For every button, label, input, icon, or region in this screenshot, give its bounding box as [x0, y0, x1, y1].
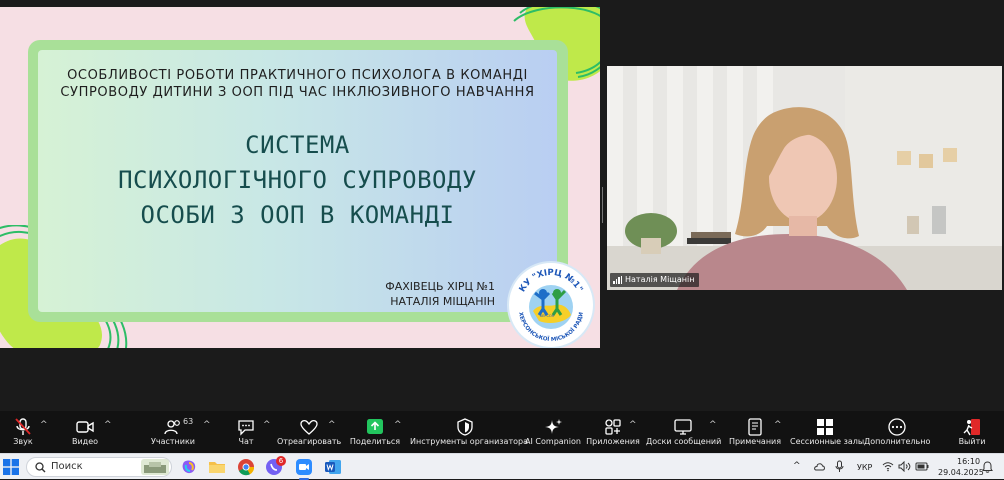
taskbar-search-box[interactable]: Поиск [26, 457, 172, 477]
slide-author: ФАХІВЕЦЬ ХІРЦ №1 НАТАЛІЯ МІЩАНІН [330, 279, 495, 309]
more-button[interactable]: Дополнительно [864, 411, 930, 453]
title-line-2: ПСИХОЛОГІЧНОГО СУПРОВОДУ [118, 166, 477, 194]
clock-date[interactable]: 29.04.2025 [938, 468, 984, 477]
chat-options-caret[interactable]: ^ [263, 411, 273, 453]
view-splitter[interactable] [602, 187, 606, 223]
participant-video-tile[interactable]: Наталія Міщанін [607, 66, 1002, 290]
leave-icon [963, 419, 980, 436]
more-label: Дополнительно [864, 437, 931, 446]
zoom-icon[interactable] [295, 458, 313, 476]
viber-notification-badge: 6 [276, 456, 286, 466]
video-label: Видео [71, 437, 99, 446]
notification-bell-icon[interactable] [982, 461, 993, 473]
chat-button[interactable]: Чат [226, 411, 266, 453]
breakout-rooms-icon [817, 419, 833, 435]
notes-icon [748, 418, 762, 436]
chevron-up-icon: ^ [774, 420, 782, 430]
video-button[interactable]: Видео [62, 411, 108, 453]
leave-label: Выйти [958, 437, 986, 446]
shield-icon [457, 418, 473, 436]
whiteboards-options-caret[interactable]: ^ [709, 411, 719, 453]
chevron-up-icon: ^ [709, 420, 717, 430]
whiteboard-icon [674, 419, 692, 435]
windows-start-icon[interactable] [3, 459, 19, 475]
chevron-up-icon: ^ [203, 420, 211, 430]
participants-count: 63 [183, 417, 194, 426]
subtitle-line-1: ОСОБЛИВОСТІ РОБОТИ ПРАКТИЧНОГО ПСИХОЛОГА… [67, 68, 528, 83]
keyboard-language[interactable]: УКР [857, 463, 872, 472]
clock-time[interactable]: 16:10 [957, 457, 980, 466]
ai-companion-button[interactable]: AI Companion [524, 411, 582, 453]
host-tools-label: Инструменты организатора [410, 437, 528, 446]
audio-options-caret[interactable]: ^ [40, 411, 50, 453]
chevron-up-icon: ^ [263, 420, 271, 430]
meeting-stage: ОСОБЛИВОСТІ РОБОТИ ПРАКТИЧНОГО ПСИХОЛОГА… [0, 0, 1004, 411]
logo-graphic: КУ "ХІРЦ №1" ХЕРСОНСЬКОЇ МІСЬКОЇ РАДИ ХЕ… [517, 268, 585, 343]
chevron-up-icon: ^ [40, 420, 48, 430]
logo-center-text: ХЕРСОН [540, 314, 555, 318]
chevron-up-icon: ^ [394, 420, 402, 430]
apps-icon [605, 419, 621, 435]
sparkle-icon [545, 419, 562, 434]
share-options-caret[interactable]: ^ [394, 411, 404, 453]
participant-name-tag: Наталія Міщанін [610, 273, 700, 287]
microphone-icon[interactable] [835, 460, 844, 473]
author-position: ФАХІВЕЦЬ ХІРЦ №1 [385, 280, 495, 293]
file-explorer-icon[interactable] [208, 458, 226, 476]
react-options-caret[interactable]: ^ [328, 411, 338, 453]
participant-video-feed [607, 66, 1002, 290]
word-icon[interactable] [324, 458, 342, 476]
breakout-rooms-label: Сессионные залы [790, 437, 865, 446]
signal-icon [613, 276, 622, 284]
heart-icon [300, 419, 318, 435]
search-highlight-image [141, 459, 169, 475]
chrome-icon[interactable] [237, 458, 255, 476]
cloud-icon[interactable] [813, 461, 825, 472]
breakout-rooms-button[interactable]: Сессионные залы [790, 411, 865, 453]
title-line-3: ОСОБИ З ООП В КОМАНДІ [140, 201, 455, 229]
participants-label: Участники [150, 437, 196, 446]
volume-icon[interactable] [898, 461, 911, 472]
search-placeholder: Поиск [51, 461, 83, 472]
chat-bubble-icon [238, 420, 254, 436]
subtitle-line-2: СУПРОВОДУ ДИТИНИ З ООП ПІД ЧАС ІНКЛЮЗИВН… [60, 85, 535, 100]
tray-overflow-chevron-icon[interactable]: ^ [793, 461, 801, 471]
participants-button[interactable]: 63 Участники [148, 411, 198, 453]
author-name: НАТАЛІЯ МІЩАНІН [390, 295, 495, 308]
title-line-1: СИСТЕМА [245, 131, 350, 159]
leave-button[interactable]: Выйти [950, 411, 994, 453]
copilot-icon[interactable] [180, 458, 198, 476]
slide-title: СИСТЕМА ПСИХОЛОГІЧНОГО СУПРОВОДУ ОСОБИ З… [40, 128, 555, 233]
participants-options-caret[interactable]: ^ [203, 411, 213, 453]
share-screen-icon [367, 419, 383, 434]
search-icon [35, 462, 46, 473]
wifi-icon[interactable] [882, 461, 894, 472]
video-options-caret[interactable]: ^ [104, 411, 114, 453]
chevron-up-icon: ^ [629, 420, 637, 430]
host-tools-button[interactable]: Инструменты организатора [410, 411, 528, 453]
slide-subtitle: ОСОБЛИВОСТІ РОБОТИ ПРАКТИЧНОГО ПСИХОЛОГА… [40, 67, 555, 101]
video-camera-icon [76, 421, 94, 433]
meeting-toolbar: Звук ^ Видео ^ 63 Участники ^ Чат ^ Отре… [0, 411, 1004, 453]
participant-name: Наталія Міщанін [625, 275, 695, 284]
participants-icon [164, 420, 180, 435]
chevron-up-icon: ^ [104, 420, 112, 430]
center-logo: КУ "ХІРЦ №1" ХЕРСОНСЬКОЇ МІСЬКОЇ РАДИ ХЕ… [507, 261, 595, 348]
apps-options-caret[interactable]: ^ [629, 411, 639, 453]
chat-label: Чат [238, 437, 254, 446]
windows-taskbar: Поиск 6 ^ УКР 16:10 29.04.2025 [0, 453, 1004, 480]
shared-slide: ОСОБЛИВОСТІ РОБОТИ ПРАКТИЧНОГО ПСИХОЛОГА… [0, 7, 600, 348]
notes-options-caret[interactable]: ^ [774, 411, 784, 453]
chevron-up-icon: ^ [328, 420, 336, 430]
ai-companion-label: AI Companion [525, 437, 581, 446]
more-dots-icon [888, 418, 906, 436]
muted-mic-icon [15, 418, 31, 435]
battery-icon[interactable] [915, 461, 929, 472]
